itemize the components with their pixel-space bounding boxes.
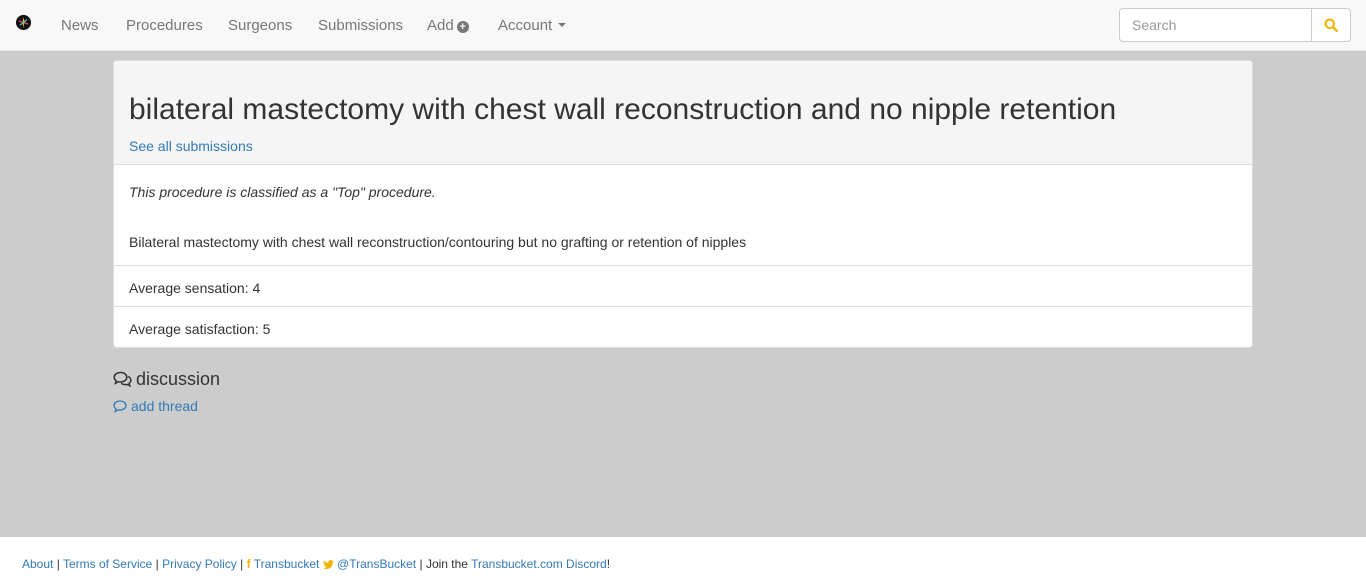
footer-discord-link[interactable]: Transbucket.com Discord — [471, 557, 607, 571]
discussion-heading: discussion — [113, 369, 220, 389]
search-input[interactable] — [1119, 8, 1312, 42]
comment-outline-icon — [113, 399, 127, 413]
nav-account-label: Account — [498, 17, 553, 34]
average-sensation-row: Average sensation: 4 — [114, 266, 1252, 307]
footer-terms-link[interactable]: Terms of Service — [63, 557, 152, 571]
search-icon — [1324, 18, 1338, 32]
plus-circle-icon: + — [456, 21, 469, 33]
facebook-icon: f — [246, 557, 251, 571]
footer-join-text: Join the — [425, 557, 468, 571]
nav-add-label: Add — [427, 17, 454, 34]
search-button[interactable] — [1311, 8, 1351, 42]
footer-separator: | — [419, 557, 423, 571]
average-sensation: Average sensation: 4 — [129, 280, 261, 296]
nav-account-dropdown[interactable]: Account — [498, 17, 567, 35]
average-satisfaction: Average satisfaction: 5 — [129, 321, 271, 337]
nav-add[interactable]: Add + — [427, 17, 469, 35]
twitter-icon — [322, 560, 334, 569]
procedure-description-section: This procedure is classified as a "Top" … — [114, 165, 1252, 266]
footer-separator: | — [56, 557, 60, 571]
add-thread-link[interactable]: add thread — [113, 397, 198, 415]
procedure-title: bilateral mastectomy with chest wall rec… — [129, 93, 1117, 126]
footer-twitter-link[interactable]: @TransBucket — [322, 557, 417, 571]
footer-links: About | Terms of Service | Privacy Polic… — [22, 557, 610, 571]
procedure-classification: This procedure is classified as a "Top" … — [129, 184, 436, 200]
nav-surgeons[interactable]: Surgeons — [228, 17, 292, 35]
procedure-panel: bilateral mastectomy with chest wall rec… — [113, 60, 1253, 348]
add-thread-label: add thread — [131, 398, 198, 414]
brand-logo-icon[interactable] — [16, 15, 31, 30]
footer-twitter-label: @TransBucket — [337, 557, 417, 571]
nav-procedures[interactable]: Procedures — [126, 17, 203, 35]
discussion-heading-label: discussion — [136, 369, 221, 389]
footer-facebook-link[interactable]: f Transbucket — [247, 557, 320, 571]
page-footer: About | Terms of Service | Privacy Polic… — [0, 537, 1366, 587]
caret-down-icon — [558, 23, 567, 27]
panel-heading: bilateral mastectomy with chest wall rec… — [114, 61, 1252, 165]
comments-icon — [113, 371, 132, 387]
procedure-description: Bilateral mastectomy with chest wall rec… — [129, 234, 747, 250]
footer-facebook-label: Transbucket — [253, 557, 320, 571]
footer-privacy-link[interactable]: Privacy Policy — [162, 557, 237, 571]
footer-about-link[interactable]: About — [22, 557, 53, 571]
footer-join-suffix: ! — [606, 557, 611, 571]
average-satisfaction-row: Average satisfaction: 5 — [114, 307, 1252, 347]
top-navbar: News Procedures Surgeons Submissions Add… — [0, 0, 1366, 51]
footer-separator: | — [155, 557, 159, 571]
nav-submissions[interactable]: Submissions — [318, 17, 403, 35]
see-all-submissions-link[interactable]: See all submissions — [129, 137, 253, 155]
footer-separator: | — [240, 557, 244, 571]
nav-news[interactable]: News — [61, 17, 99, 35]
